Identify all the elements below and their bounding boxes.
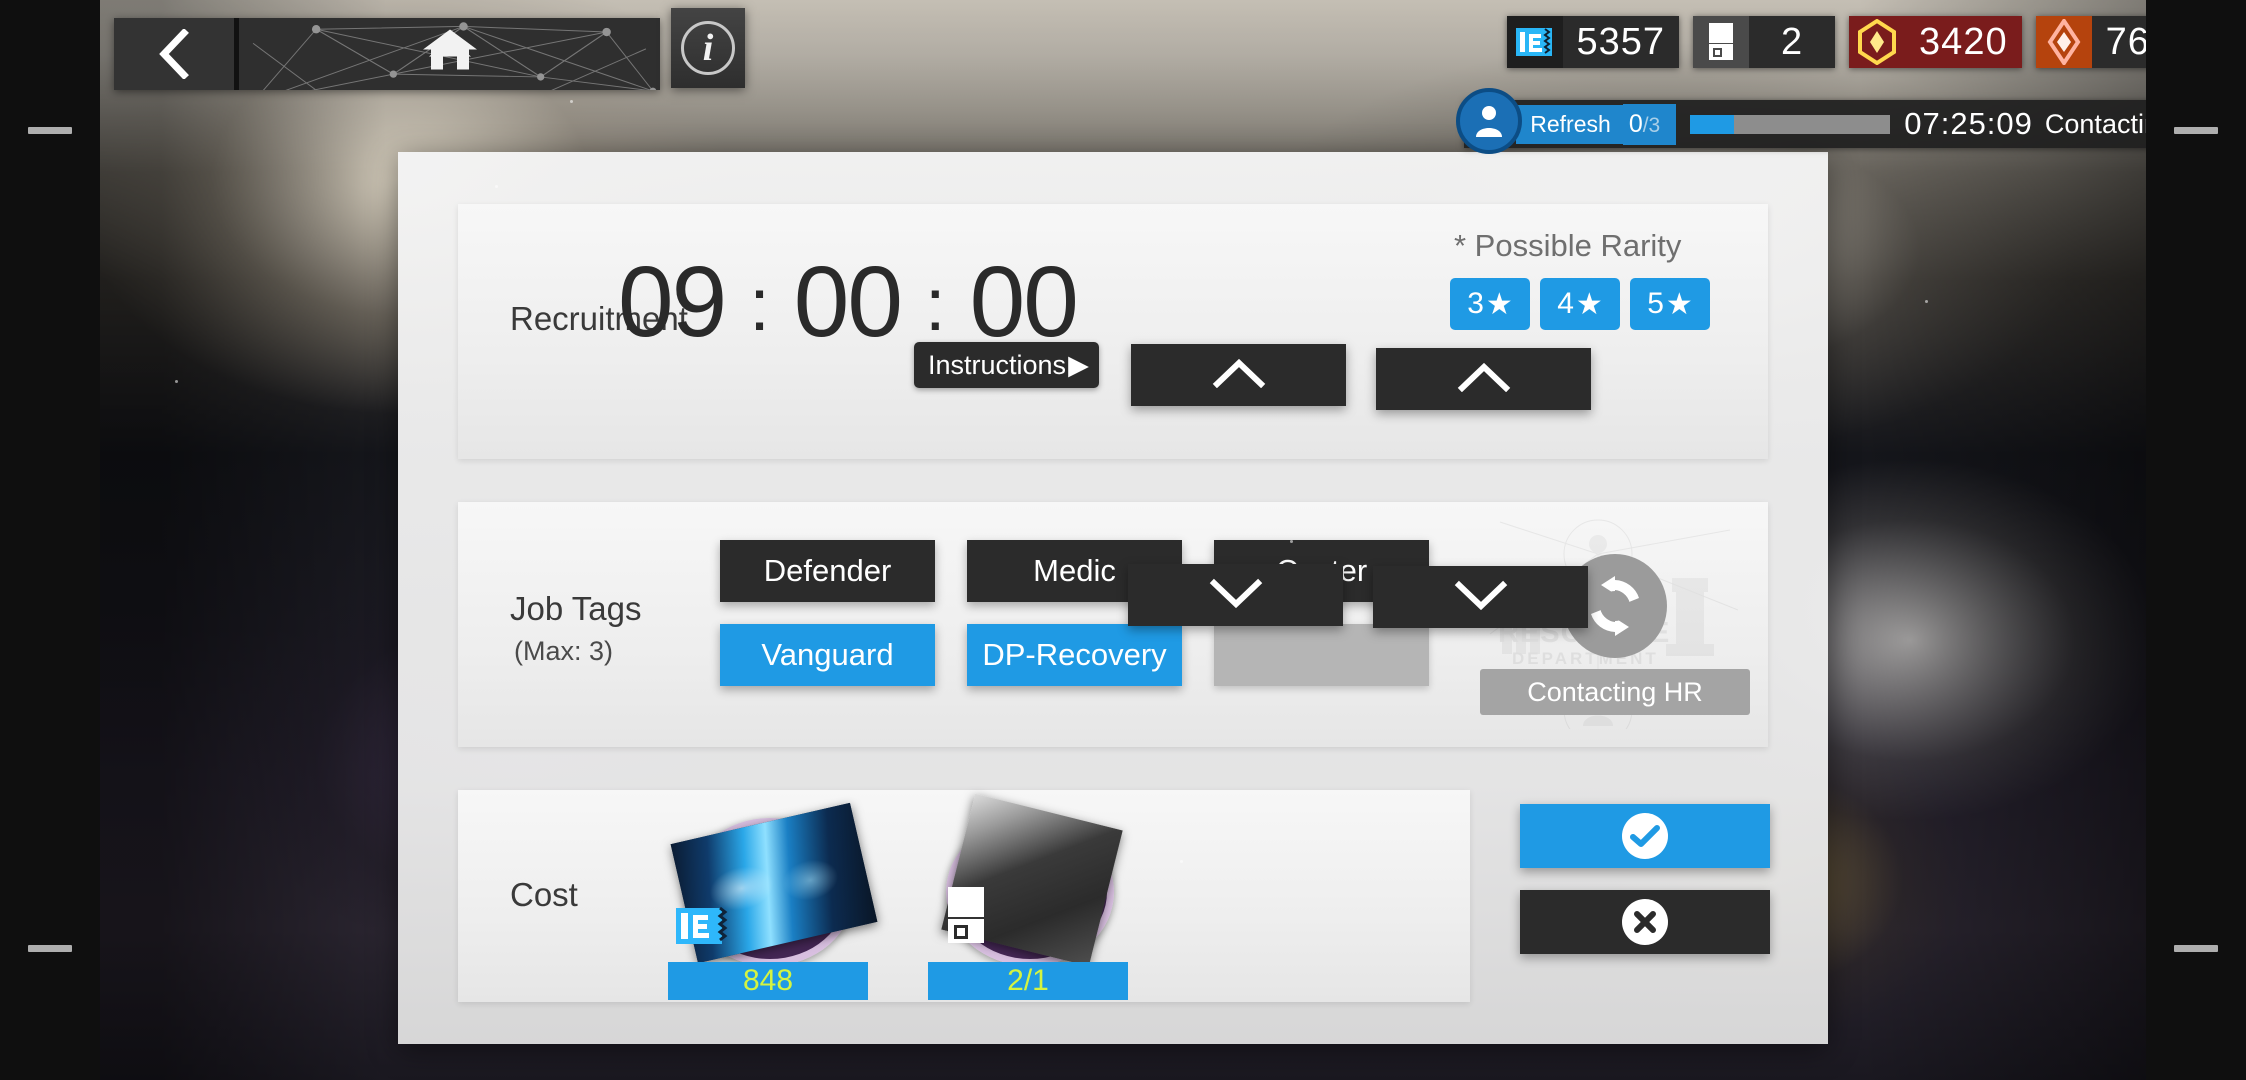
- dialog-actions: [1520, 804, 1770, 976]
- bar-dash: [28, 945, 72, 952]
- top-bar: i 5357 2 3420 760 Refresh 0/3 07:25:09 C…: [0, 0, 2246, 154]
- chevron-up-icon: [1211, 358, 1267, 393]
- job-tag-defender[interactable]: Defender: [720, 540, 935, 602]
- letterbox-right: [2146, 0, 2246, 1080]
- rarity-badge-number: 5: [1647, 287, 1664, 320]
- info-button[interactable]: i: [671, 8, 745, 88]
- rarity-badge-number: 3: [1467, 287, 1484, 320]
- job-tags-sublabel: (Max: 3): [514, 636, 614, 666]
- lmd-icon: [1849, 16, 1906, 68]
- resource-lmd[interactable]: 3420: [1849, 16, 2022, 68]
- rarity-badge-3[interactable]: 3 ★: [1450, 278, 1530, 330]
- star-icon: ★: [1485, 287, 1513, 321]
- close-circle-icon: [1622, 899, 1668, 945]
- dust-speck: [570, 100, 573, 103]
- contacting-hr-button[interactable]: Contacting HR: [1480, 669, 1750, 715]
- dust-speck: [1290, 540, 1293, 543]
- hours-decrease-button[interactable]: [1128, 564, 1343, 626]
- confirm-button[interactable]: [1520, 804, 1770, 868]
- refresh-count-max: /3: [1642, 113, 1661, 137]
- star-icon: ★: [1665, 287, 1693, 321]
- refresh-count-current: 0: [1628, 109, 1643, 138]
- timer-separator: :: [749, 263, 770, 346]
- recruitment-dialog: Instructions ▶ Recruitment 09 : 00 : 00 …: [398, 152, 1828, 1044]
- hours-increase-button[interactable]: [1131, 344, 1346, 406]
- job-tag-vanguard[interactable]: Vanguard: [720, 624, 935, 686]
- job-tags-label: Job Tags: [510, 590, 642, 627]
- timer-hours: 09: [618, 246, 727, 358]
- instructions-label: Instructions: [928, 349, 1067, 380]
- refresh-label: Refresh: [1516, 104, 1623, 144]
- job-tags-row: Vanguard DP-Recovery: [720, 624, 1429, 686]
- dust-speck: [175, 380, 178, 383]
- resource-value: 3420: [1905, 16, 2022, 68]
- chevron-down-icon: [1208, 578, 1264, 613]
- bar-dash: [2174, 945, 2218, 952]
- rarity-badge-5[interactable]: 5 ★: [1630, 278, 1710, 330]
- expedited-plan-icon: [940, 885, 994, 952]
- cost-items: 848 2/1: [668, 793, 1128, 1000]
- resource-recruit-permit[interactable]: 5357: [1506, 16, 1680, 68]
- rarity-badge-4[interactable]: 4 ★: [1540, 278, 1620, 330]
- cost-label: Cost: [510, 876, 578, 913]
- possible-rarity-group: * Possible Rarity 3 ★ 4 ★ 5 ★: [1450, 228, 1710, 330]
- refresh-progress-fill: [1690, 114, 1735, 134]
- recruitment-timer: 09 : 00 : 00: [618, 246, 1079, 358]
- dust-speck: [1925, 300, 1928, 303]
- chevron-left-icon: [157, 29, 191, 79]
- game-screen: i 5357 2 3420 760 Refresh 0/3 07:25:09 C…: [0, 0, 2246, 1080]
- minutes-decrease-button[interactable]: [1373, 566, 1588, 628]
- minutes-increase-button[interactable]: [1376, 348, 1591, 410]
- instructions-button[interactable]: Instructions ▶: [914, 342, 1099, 388]
- cost-count: 2/1: [928, 962, 1128, 1000]
- home-button[interactable]: [239, 18, 660, 90]
- cost-item-recruit-permit[interactable]: 848: [668, 802, 878, 1000]
- cost-count: 848: [668, 962, 868, 1000]
- dust-speck: [1180, 860, 1183, 863]
- navigation-pill: [114, 18, 660, 90]
- play-arrow-icon: ▶: [1068, 349, 1089, 380]
- resource-expedited-plan[interactable]: 2: [1693, 16, 1836, 68]
- check-circle-icon: [1622, 813, 1668, 859]
- resource-value: 2: [1749, 16, 1836, 68]
- info-icon: i: [681, 21, 735, 75]
- refresh-timer: 07:25:09: [1904, 106, 2033, 141]
- resource-value: 5357: [1562, 16, 1680, 68]
- cost-item-expedited-plan[interactable]: 2/1: [928, 793, 1128, 1000]
- dust-speck: [495, 185, 498, 188]
- star-icon: ★: [1575, 287, 1603, 321]
- refresh-status-bar: Refresh 0/3 07:25:09 Contacting: [1456, 88, 2186, 154]
- possible-rarity-caption: * Possible Rarity: [1454, 228, 1682, 263]
- letterbox-left: [0, 0, 100, 1080]
- cancel-button[interactable]: [1520, 890, 1770, 954]
- timer-separator: :: [925, 263, 946, 346]
- bar-dash: [2174, 127, 2218, 134]
- expedited-plan-icon: [1693, 16, 1750, 68]
- rarity-badges: 3 ★ 4 ★ 5 ★: [1450, 278, 1710, 330]
- recruitment-permit-icon: [674, 903, 730, 954]
- chevron-up-icon: [1456, 362, 1512, 397]
- bar-dash: [28, 127, 72, 134]
- rarity-badge-number: 4: [1557, 287, 1574, 320]
- home-icon: [419, 26, 481, 83]
- timer-seconds: 00: [969, 246, 1079, 358]
- recruitment-permit-icon: [1506, 16, 1563, 68]
- job-tag-empty-slot[interactable]: [1214, 624, 1429, 686]
- resource-bar: 5357 2 3420 760: [1506, 16, 2186, 68]
- cost-panel: Cost 848 2/1: [458, 790, 1470, 1002]
- back-button[interactable]: [114, 18, 234, 90]
- recruitment-panel: Recruitment 09 : 00 : 00 * Possible Rari…: [458, 204, 1768, 459]
- timer-minutes: 00: [793, 246, 903, 358]
- chevron-down-icon: [1453, 580, 1509, 615]
- hr-avatar-icon: [1456, 88, 1523, 154]
- refresh-progress-bar: [1690, 114, 1891, 134]
- orundum-icon: [2035, 16, 2092, 68]
- refresh-count: 0/3: [1622, 103, 1677, 145]
- job-tag-dp-recovery[interactable]: DP-Recovery: [967, 624, 1182, 686]
